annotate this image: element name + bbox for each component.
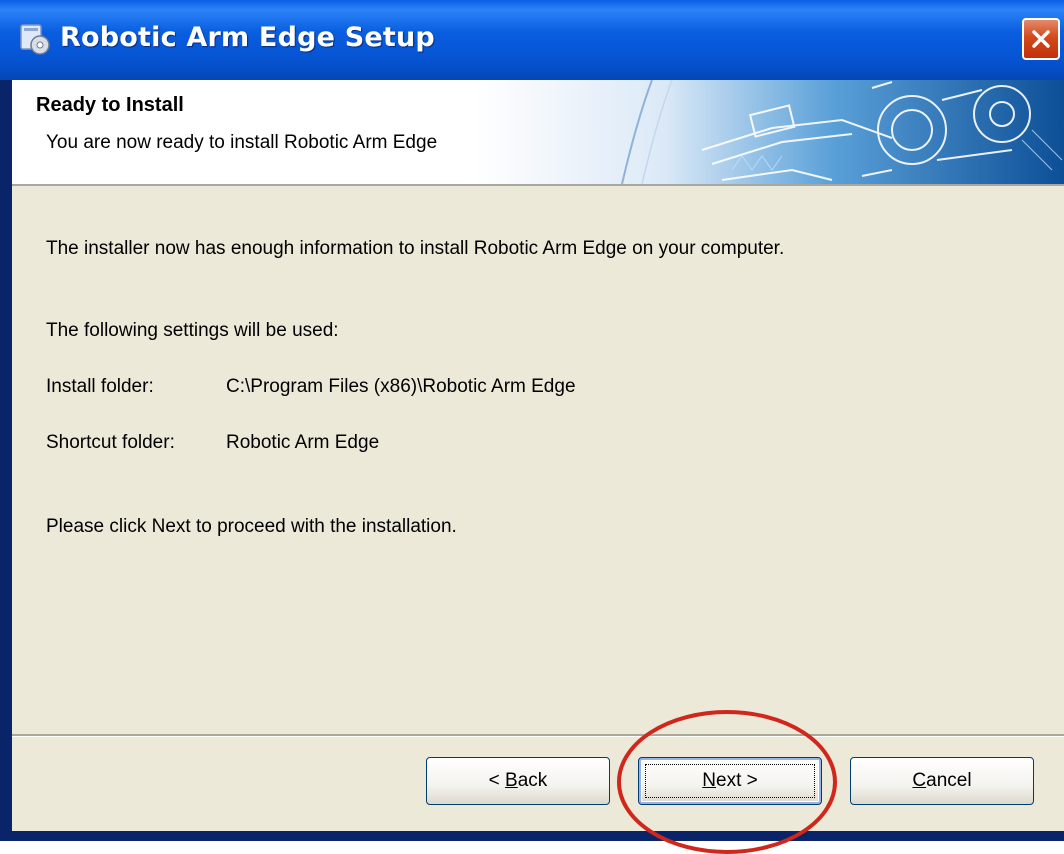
intro-text: The installer now has enough information…	[46, 238, 785, 259]
settings-heading: The following settings will be used:	[46, 320, 339, 341]
back-button[interactable]: < Back	[426, 757, 610, 805]
back-prefix: <	[488, 770, 506, 791]
window-title: Robotic Arm Edge Setup	[60, 22, 435, 53]
install-folder-value: C:\Program Files (x86)\Robotic Arm Edge	[226, 376, 576, 397]
cancel-rest: ancel	[926, 770, 972, 791]
install-folder-label: Install folder:	[46, 376, 154, 397]
cancel-button-label: Cancel	[912, 770, 971, 792]
back-button-label: < Back	[489, 770, 548, 792]
next-button[interactable]: Next >	[638, 757, 822, 805]
header-subtitle: You are now ready to install Robotic Arm…	[46, 132, 438, 153]
title-bar[interactable]: Robotic Arm Edge Setup	[0, 0, 1064, 80]
shortcut-folder-value: Robotic Arm Edge	[226, 432, 380, 453]
cancel-hotkey: C	[912, 770, 927, 791]
cancel-button[interactable]: Cancel	[850, 757, 1034, 805]
instruction-text: Please click Next to proceed with the in…	[46, 516, 457, 537]
focus-rectangle	[645, 764, 815, 798]
back-rest: ack	[517, 770, 548, 791]
close-x-icon	[1032, 30, 1050, 48]
dialog-body: The installer now has enough information…	[12, 186, 1064, 734]
installer-icon	[20, 24, 50, 55]
shortcut-folder-label: Shortcut folder:	[46, 432, 175, 453]
back-hotkey: B	[505, 770, 518, 791]
header-title: Ready to Install	[36, 94, 184, 116]
header-banner: Ready to Install You are now ready to in…	[12, 80, 1064, 184]
setup-window: Robotic Arm Edge Setup Ready to Install …	[0, 0, 1064, 854]
close-button[interactable]	[1022, 18, 1060, 60]
window-bottom-border	[0, 831, 1064, 841]
